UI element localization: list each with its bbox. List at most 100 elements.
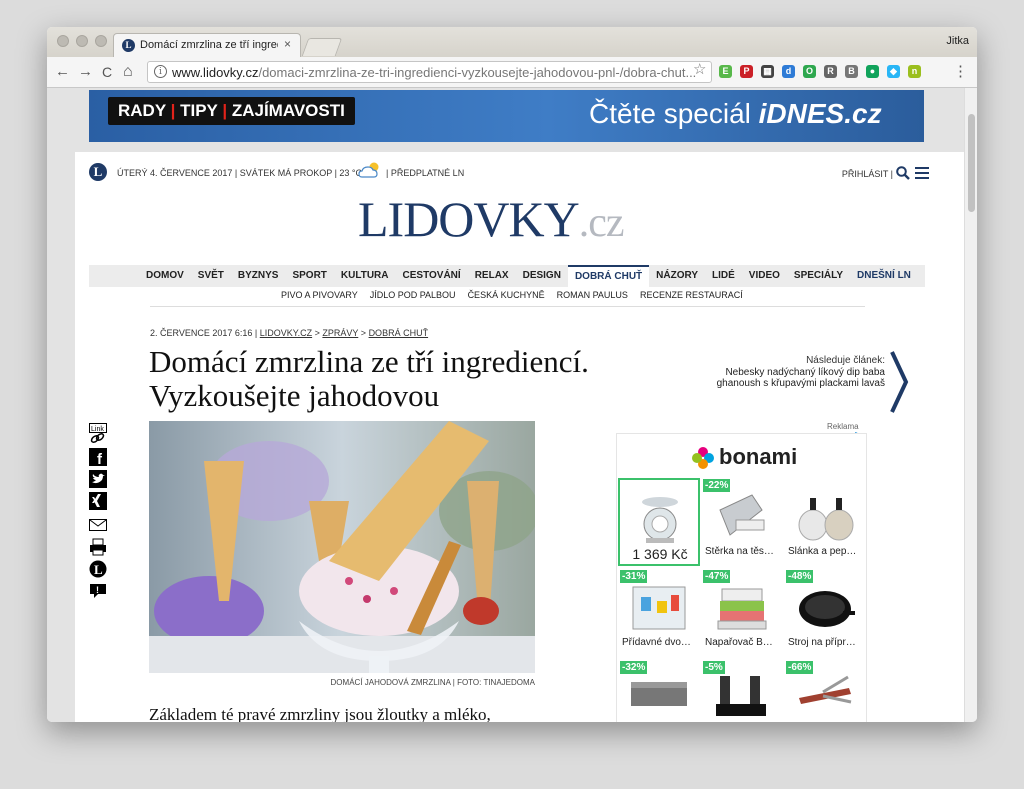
product-card[interactable]: -66% xyxy=(784,660,866,722)
browser-tab[interactable]: L Domácí zmrzlina ze tří ingredi × xyxy=(113,33,301,57)
next-article-link[interactable]: Nebesky nadýchaný líkový dip baba ghanou… xyxy=(700,367,885,389)
svg-text:!: ! xyxy=(96,585,99,595)
bonami-logo-icon xyxy=(692,447,714,469)
nav-item[interactable]: RELAX xyxy=(468,265,516,287)
ad-label: Reklama xyxy=(827,422,859,431)
nav-item[interactable]: SPORT xyxy=(285,265,333,287)
scrollbar-thumb[interactable] xyxy=(968,114,975,212)
product-card[interactable]: -5% xyxy=(701,660,783,722)
nav-item[interactable]: DNEŠNÍ LN xyxy=(850,265,918,287)
product-label: 1 369 Kč xyxy=(632,546,688,562)
diamond-icon[interactable]: ◆ xyxy=(887,65,900,78)
home-button[interactable]: ⌂ xyxy=(123,63,133,81)
bonami-ad[interactable]: bonami 1 369 Kč -22% Stěrka na těs… Slánka … xyxy=(616,433,867,722)
product-card[interactable]: -48% Stroj na přípr… xyxy=(784,569,866,657)
share-link-icon[interactable]: Link xyxy=(89,423,107,445)
nav-item[interactable]: DOBRÁ CHUŤ xyxy=(567,265,650,287)
product-label: Napařovač B… xyxy=(705,637,773,648)
banner-tipy: TIPY xyxy=(180,101,218,120)
banner-headline: Čtěte speciál iDNES.cz xyxy=(589,98,882,130)
email-icon[interactable] xyxy=(89,516,107,534)
nav-item[interactable]: SVĚT xyxy=(191,265,231,287)
back-button[interactable]: ← xyxy=(55,63,70,81)
close-window-button[interactable] xyxy=(57,35,69,47)
nav-item[interactable]: LIDÉ xyxy=(705,265,742,287)
profile-name[interactable]: Jitka xyxy=(946,35,969,47)
tab-close-icon[interactable]: × xyxy=(284,37,291,51)
zoom-window-button[interactable] xyxy=(95,35,107,47)
steamer-image xyxy=(717,588,767,630)
product-card[interactable]: Slánka a pep… xyxy=(784,478,866,566)
nav-item[interactable]: BYZNYS xyxy=(231,265,286,287)
idnes-banner-ad[interactable]: RADY | TIPY | ZAJÍMAVOSTI Čtěte speciál … xyxy=(89,90,924,142)
facebook-icon[interactable]: f xyxy=(89,448,107,468)
comment-icon[interactable]: ! xyxy=(89,582,107,600)
minimize-window-button[interactable] xyxy=(76,35,88,47)
o-icon[interactable]: O xyxy=(803,65,816,78)
pinterest-icon[interactable]: P xyxy=(740,65,753,78)
product-card[interactable]: -22% Stěrka na těs… xyxy=(701,478,783,566)
breadcrumb-category[interactable]: DOBRÁ CHUŤ xyxy=(369,328,429,338)
discount-badge: -22% xyxy=(703,479,731,492)
product-card[interactable]: 1 369 Kč xyxy=(618,478,700,566)
nav-item[interactable]: NÁZORY xyxy=(649,265,705,287)
search-icon[interactable] xyxy=(895,165,911,181)
product-card[interactable]: -32% xyxy=(618,660,700,722)
oil-vinegar-image xyxy=(716,676,766,716)
book-icon[interactable]: B xyxy=(845,65,858,78)
discount-badge: -32% xyxy=(620,661,648,674)
nav-item[interactable]: SPECIÁLY xyxy=(787,265,850,287)
lidovky-logo[interactable]: LIDOVKY.cz xyxy=(358,190,625,248)
lidovky-share-icon[interactable]: L xyxy=(89,560,107,578)
nav-item[interactable]: VIDEO xyxy=(742,265,787,287)
login-link[interactable]: PŘIHLÁSIT | xyxy=(842,169,893,179)
article-photo-ice-cream[interactable] xyxy=(149,421,535,673)
n-icon[interactable]: n xyxy=(908,65,921,78)
article-meta: 2. ČERVENCE 2017 6:16 | LIDOVKY.CZ > ZPR… xyxy=(150,328,428,338)
discount-badge: -47% xyxy=(703,570,731,583)
evernote-icon[interactable]: E xyxy=(719,65,732,78)
print-icon[interactable] xyxy=(89,538,107,556)
subnav-item[interactable]: PIVO A PIVOVARY xyxy=(275,290,364,300)
new-tab-button[interactable] xyxy=(301,38,343,56)
next-article-arrow-icon[interactable] xyxy=(888,349,910,415)
url-host: www.lidovky.cz xyxy=(172,65,259,80)
address-bar[interactable]: i www.lidovky.cz/domaci-zmrzlina-ze-tri-… xyxy=(147,61,712,83)
nav-item[interactable]: CESTOVÁNÍ xyxy=(396,265,468,287)
twitter-icon[interactable] xyxy=(89,470,107,488)
subnav-item[interactable]: JÍDLO POD PALBOU xyxy=(364,290,462,300)
discount-badge: -31% xyxy=(620,570,648,583)
d-icon[interactable]: d xyxy=(782,65,795,78)
product-card[interactable]: -47% Napařovač B… xyxy=(701,569,783,657)
url-text[interactable]: www.lidovky.cz/domaci-zmrzlina-ze-tri-in… xyxy=(172,65,697,80)
nav-item[interactable]: KULTURA xyxy=(334,265,396,287)
breadcrumb-separator: > xyxy=(360,328,367,338)
reader-icon[interactable]: R xyxy=(824,65,837,78)
logo-cz: .cz xyxy=(578,200,625,246)
nav-item[interactable]: DOMOV xyxy=(139,265,191,287)
film-icon[interactable]: ▦ xyxy=(761,65,774,78)
lidovky-l-logo-icon[interactable]: L xyxy=(89,163,107,181)
crepe-maker-image xyxy=(799,591,855,627)
product-label: Stroj na přípr… xyxy=(788,637,856,648)
product-card[interactable]: -31% Přídavné dvo… xyxy=(618,569,700,657)
breadcrumb-site[interactable]: LIDOVKY.CZ xyxy=(260,328,312,338)
leaf-icon[interactable]: ● xyxy=(866,65,879,78)
browser-menu-icon[interactable]: ⋮ xyxy=(953,63,968,80)
page-scrollbar[interactable] xyxy=(964,88,977,722)
xing-icon[interactable] xyxy=(89,492,107,510)
product-label: Stěrka na těs… xyxy=(705,546,774,557)
reload-button[interactable]: C xyxy=(102,63,112,81)
sub-navigation: PIVO A PIVOVARY JÍDLO POD PALBOU ČESKÁ KUC… xyxy=(275,290,749,300)
breadcrumb-section[interactable]: ZPRÁVY xyxy=(322,328,358,338)
hamburger-menu-icon[interactable] xyxy=(915,167,929,179)
forward-button[interactable]: → xyxy=(78,63,93,81)
article-date: 2. ČERVENCE 2017 6:16 | xyxy=(150,328,258,338)
subnav-item[interactable]: RECENZE RESTAURACÍ xyxy=(634,290,749,300)
nav-item[interactable]: DESIGN xyxy=(516,265,568,287)
bookmark-star-icon[interactable]: ☆ xyxy=(693,60,706,78)
subnav-item[interactable]: ROMAN PAULUS xyxy=(551,290,634,300)
subnav-item[interactable]: ČESKÁ KUCHYNĚ xyxy=(462,290,551,300)
subscription-link[interactable]: | PŘEDPLATNÉ LN xyxy=(386,168,464,178)
info-icon[interactable]: i xyxy=(154,65,167,78)
